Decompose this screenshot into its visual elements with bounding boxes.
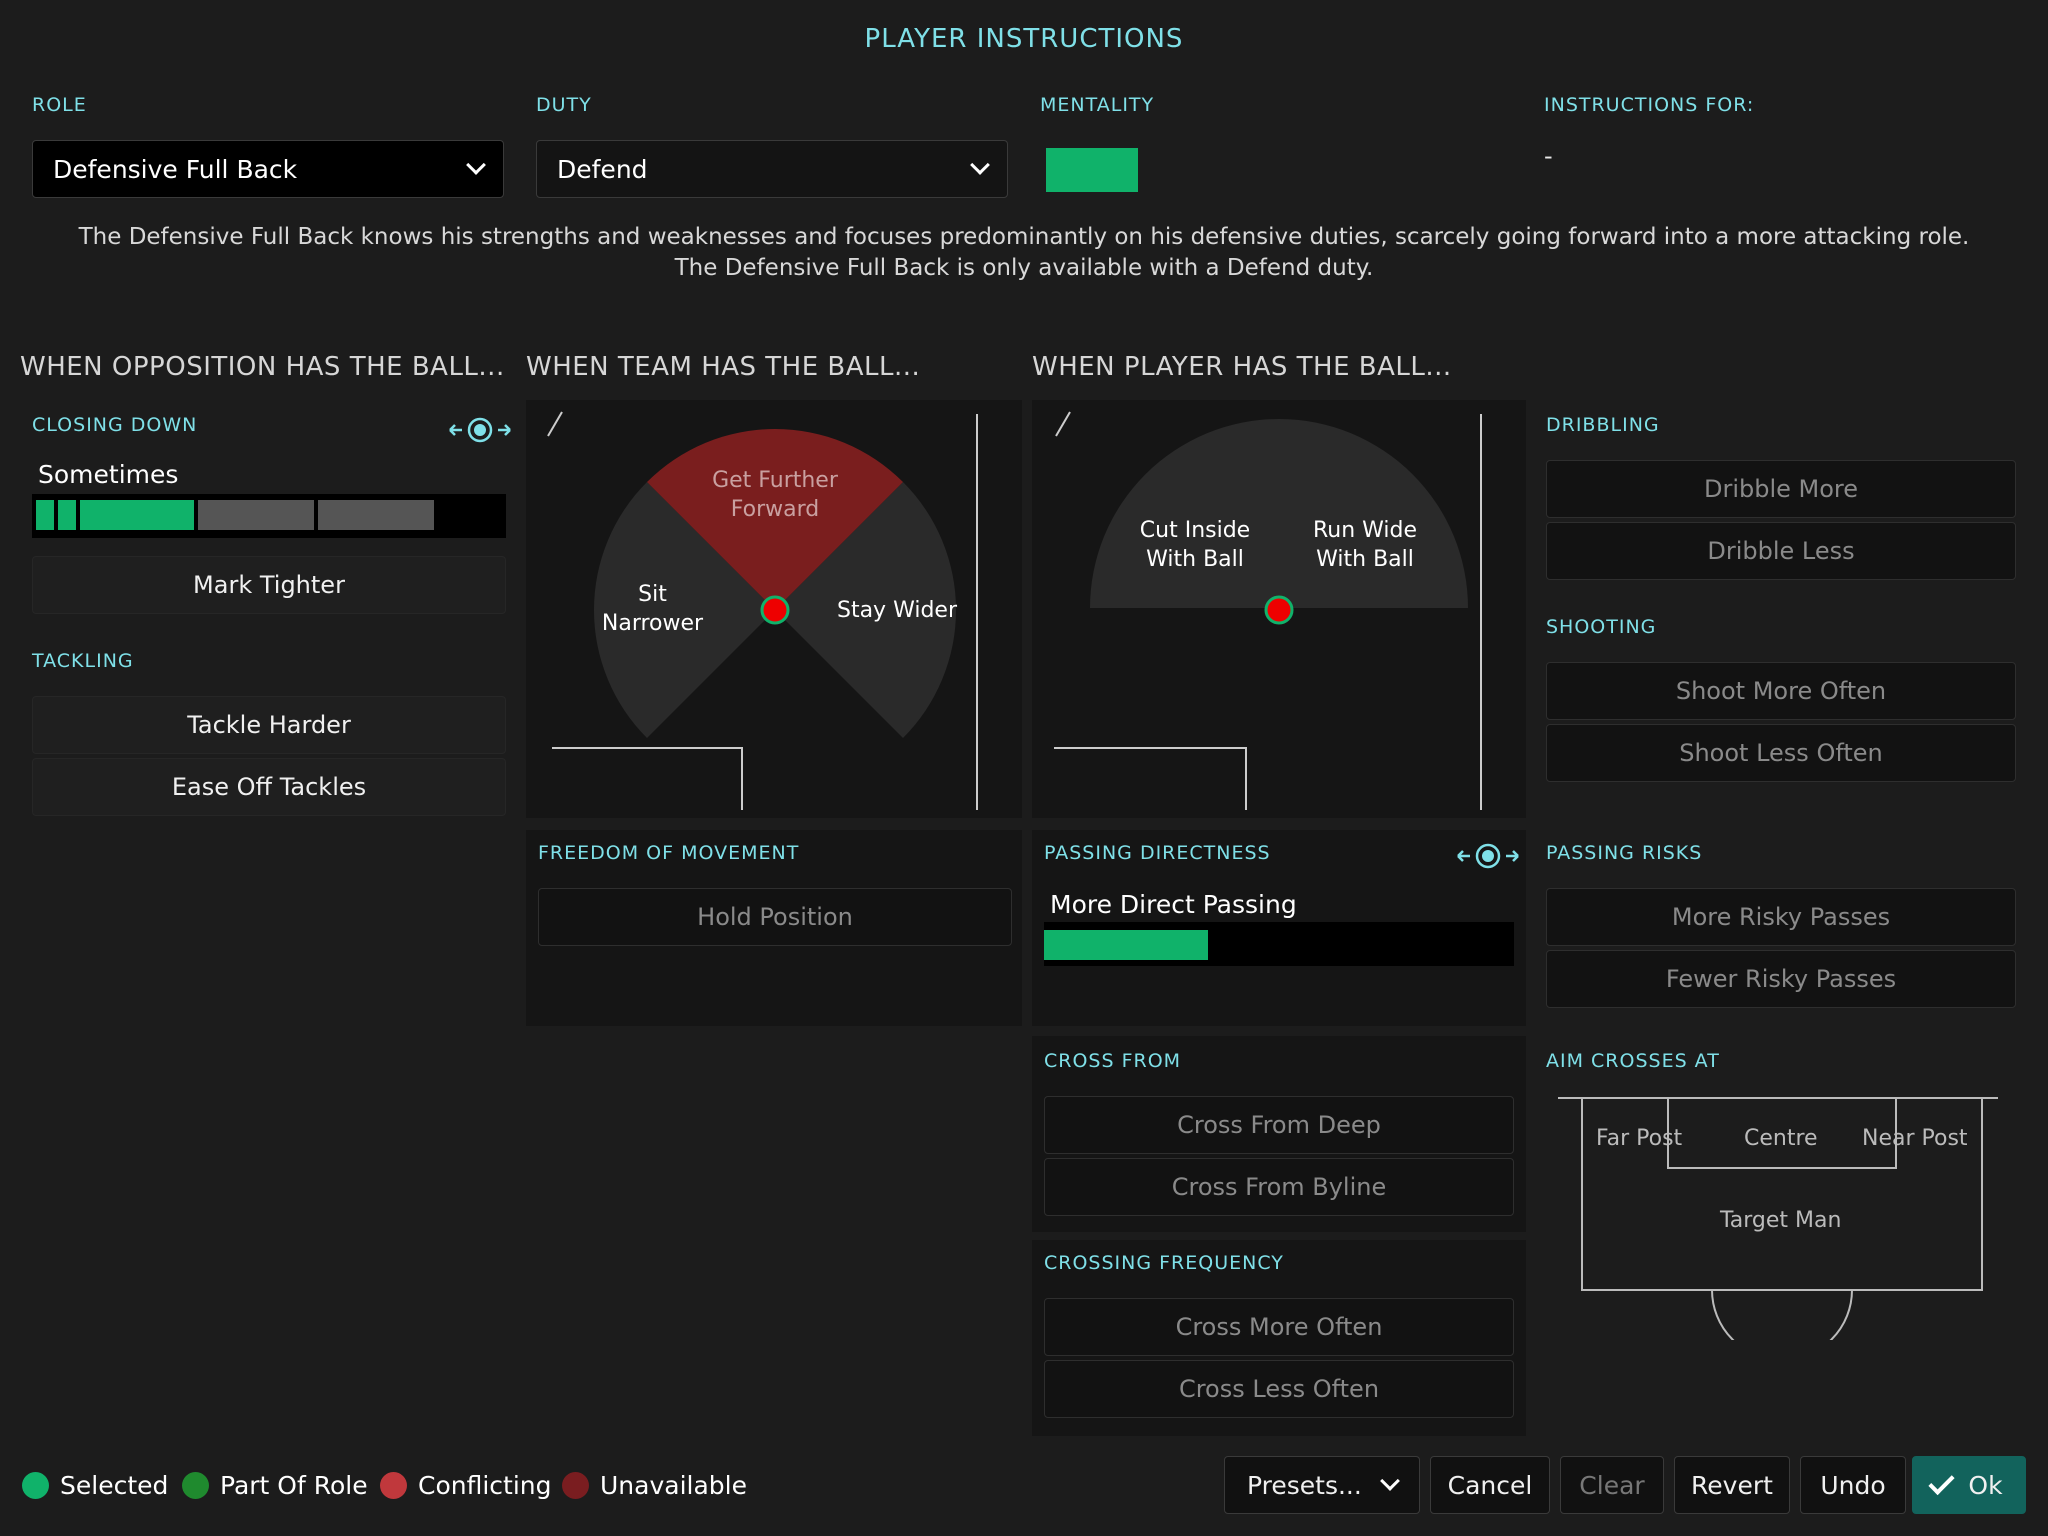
centre-option[interactable]: Centre bbox=[1744, 1126, 1818, 1151]
chevron-down-icon bbox=[970, 155, 990, 175]
clear-button[interactable]: Clear bbox=[1560, 1456, 1664, 1514]
slider-segment bbox=[36, 500, 54, 530]
tackling-label: TACKLING bbox=[32, 650, 134, 672]
cross-from-byline-button[interactable]: Cross From Byline bbox=[1044, 1158, 1514, 1216]
crossing-frequency-label: CROSSING FREQUENCY bbox=[1044, 1252, 1284, 1274]
shoot-more-often-button[interactable]: Shoot More Often bbox=[1546, 662, 2016, 720]
revert-button[interactable]: Revert bbox=[1674, 1456, 1790, 1514]
stay-wider-option[interactable]: Stay Wider bbox=[832, 596, 962, 625]
player-movement-panel bbox=[1032, 400, 1526, 818]
duty-select[interactable]: Defend bbox=[536, 140, 1008, 198]
player-pitch-diagram bbox=[1054, 411, 1482, 810]
chevron-down-icon bbox=[1380, 1471, 1400, 1491]
section-opposition: WHEN OPPOSITION HAS THE BALL... bbox=[20, 352, 505, 382]
wedge-label: With Ball bbox=[1146, 547, 1244, 572]
role-description: The Defensive Full Back knows his streng… bbox=[78, 224, 1970, 281]
slider-arrows-icon[interactable] bbox=[1456, 840, 1520, 876]
mark-tighter-button[interactable]: Mark Tighter bbox=[32, 556, 506, 614]
slider-segment bbox=[58, 500, 76, 530]
target-man-option[interactable]: Target Man bbox=[1720, 1208, 1841, 1233]
presets-dropdown[interactable]: Presets... bbox=[1224, 1456, 1420, 1514]
slider-fill bbox=[1044, 930, 1208, 960]
passing-directness-label: PASSING DIRECTNESS bbox=[1044, 842, 1271, 864]
ease-off-tackles-button[interactable]: Ease Off Tackles bbox=[32, 758, 506, 816]
mentality-label: MENTALITY bbox=[1040, 94, 1155, 116]
ok-label: Ok bbox=[1968, 1470, 2003, 1500]
part-of-role-dot-icon bbox=[182, 1472, 209, 1499]
slider-arrows-icon[interactable] bbox=[448, 414, 512, 450]
role-label: ROLE bbox=[32, 94, 87, 116]
near-post-option[interactable]: Near Post bbox=[1862, 1126, 1968, 1151]
slider-segment bbox=[318, 500, 434, 530]
hold-position-button[interactable]: Hold Position bbox=[538, 888, 1012, 946]
legend-unavailable: Unavailable bbox=[600, 1471, 747, 1500]
section-team: WHEN TEAM HAS THE BALL... bbox=[526, 352, 921, 382]
instructions-for-label: INSTRUCTIONS FOR: bbox=[1544, 94, 1755, 116]
slider-segment bbox=[198, 500, 314, 530]
wedge-label: With Ball bbox=[1316, 547, 1414, 572]
undo-button[interactable]: Undo bbox=[1800, 1456, 1906, 1514]
aim-crosses-label: AIM CROSSES AT bbox=[1546, 1050, 1720, 1072]
cancel-button[interactable]: Cancel bbox=[1430, 1456, 1550, 1514]
legend-part-of-role: Part Of Role bbox=[220, 1471, 368, 1500]
shoot-less-often-button[interactable]: Shoot Less Often bbox=[1546, 724, 2016, 782]
wedge-label: Get Further bbox=[712, 468, 838, 493]
chevron-down-icon bbox=[466, 155, 486, 175]
passing-directness-value: More Direct Passing bbox=[1050, 890, 1297, 919]
wedge-label: Run Wide bbox=[1312, 518, 1418, 543]
role-select[interactable]: Defensive Full Back bbox=[32, 140, 504, 198]
passing-directness-slider[interactable] bbox=[1044, 922, 1514, 966]
duty-label: DUTY bbox=[536, 94, 592, 116]
conflicting-dot-icon bbox=[380, 1472, 407, 1499]
presets-label: Presets... bbox=[1247, 1470, 1362, 1500]
mentality-indicator bbox=[1046, 148, 1138, 192]
get-further-forward-option[interactable]: Get Further Forward bbox=[700, 466, 850, 524]
wedge-label: Forward bbox=[730, 497, 820, 522]
shooting-label: SHOOTING bbox=[1546, 616, 1657, 638]
cross-more-often-button[interactable]: Cross More Often bbox=[1044, 1298, 1514, 1356]
closing-down-slider[interactable] bbox=[32, 494, 506, 538]
closing-down-label: CLOSING DOWN bbox=[32, 414, 198, 436]
far-post-option[interactable]: Far Post bbox=[1596, 1126, 1682, 1151]
passing-risks-label: PASSING RISKS bbox=[1546, 842, 1703, 864]
fewer-risky-passes-button[interactable]: Fewer Risky Passes bbox=[1546, 950, 2016, 1008]
slider-segment bbox=[80, 500, 194, 530]
section-player: WHEN PLAYER HAS THE BALL... bbox=[1032, 352, 1452, 382]
tackle-harder-button[interactable]: Tackle Harder bbox=[32, 696, 506, 754]
page-title: PLAYER INSTRUCTIONS bbox=[864, 24, 1184, 54]
dribble-more-button[interactable]: Dribble More bbox=[1546, 460, 2016, 518]
dribble-less-button[interactable]: Dribble Less bbox=[1546, 522, 2016, 580]
cross-less-often-button[interactable]: Cross Less Often bbox=[1044, 1360, 1514, 1418]
more-risky-passes-button[interactable]: More Risky Passes bbox=[1546, 888, 2016, 946]
dribbling-label: DRIBBLING bbox=[1546, 414, 1660, 436]
legend-selected: Selected bbox=[60, 1471, 169, 1500]
cut-inside-option[interactable]: Cut Inside With Ball bbox=[1125, 516, 1265, 574]
checkmark-icon bbox=[1928, 1468, 1956, 1496]
ok-button[interactable]: Ok bbox=[1912, 1456, 2026, 1514]
role-value: Defensive Full Back bbox=[53, 154, 298, 184]
run-wide-option[interactable]: Run Wide With Ball bbox=[1295, 516, 1435, 574]
legend-conflicting: Conflicting bbox=[418, 1471, 552, 1500]
cross-from-deep-button[interactable]: Cross From Deep bbox=[1044, 1096, 1514, 1154]
sit-narrower-option[interactable]: Sit Narrower bbox=[590, 580, 715, 638]
cross-from-label: CROSS FROM bbox=[1044, 1050, 1182, 1072]
instructions-for-value: - bbox=[1544, 142, 1553, 170]
duty-value: Defend bbox=[557, 154, 648, 184]
wedge-label: Cut Inside bbox=[1139, 518, 1251, 543]
closing-down-value: Sometimes bbox=[38, 460, 179, 489]
unavailable-dot-icon bbox=[562, 1472, 589, 1499]
freedom-label: FREEDOM OF MOVEMENT bbox=[538, 842, 800, 864]
selected-dot-icon bbox=[22, 1472, 49, 1499]
wedge-label: Sit bbox=[638, 582, 667, 607]
wedge-label: Narrower bbox=[601, 611, 704, 636]
